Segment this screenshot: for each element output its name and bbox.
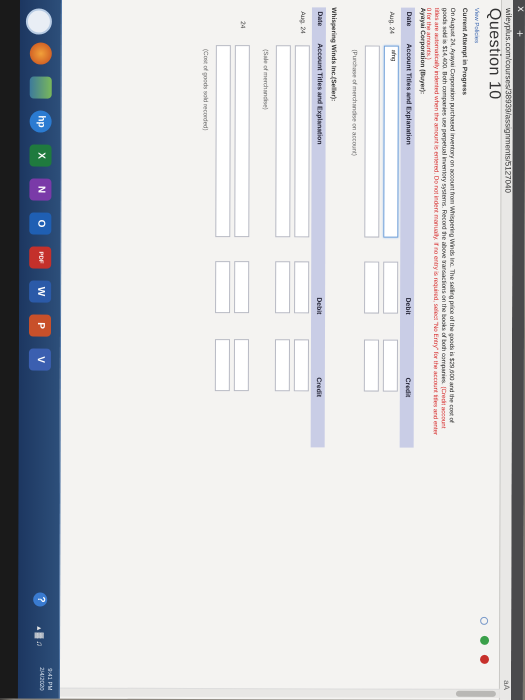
seller-row1-debit-input[interactable] <box>294 261 310 314</box>
seller-heading: Whispering Winds Inc.(Seller): <box>329 7 337 102</box>
seller-row2-debit-input[interactable] <box>275 261 291 314</box>
onenote-icon[interactable]: N <box>29 178 52 201</box>
buyer-row2-credit-input[interactable] <box>363 339 379 392</box>
outlook-icon[interactable]: O <box>29 212 52 235</box>
seller-col-credit: Credit <box>314 377 322 398</box>
header-icons <box>475 616 493 670</box>
seller-row1-account-input[interactable] <box>294 45 310 238</box>
seller-row4-debit-input[interactable] <box>215 261 231 314</box>
tab-close-button[interactable]: x <box>515 6 525 12</box>
page-scrollbar[interactable] <box>59 687 500 698</box>
seller-row3-debit-input[interactable] <box>234 261 250 314</box>
word-icon[interactable]: W <box>29 280 52 303</box>
scroll-thumb[interactable] <box>455 690 496 697</box>
monitor-screen: x + wileyplus.com/courses/38939/assignme… <box>0 0 525 700</box>
attempt-status: Current Attempt in Progress <box>460 7 468 96</box>
powerpoint-icon[interactable]: P <box>28 314 52 337</box>
clock[interactable]: 9:41 PM 2/4/2020 <box>37 667 53 690</box>
address-bar[interactable]: wileyplus.com/courses/38939/assignments/… <box>498 0 513 700</box>
seller-table-header: Date Account Titles and Explanation Debi… <box>310 7 326 448</box>
buyer-row2-debit-input[interactable] <box>364 261 380 314</box>
monitor-bezel <box>0 0 21 699</box>
buyer-row1-date: Aug. 24 <box>387 11 395 35</box>
seller-row3-account-input[interactable] <box>234 45 250 238</box>
system-tray-icons[interactable]: ▴ ▓ ♫ <box>35 626 44 646</box>
seller-col-account: Account Titles and Explanation <box>315 43 323 145</box>
reader-mode-icon[interactable]: aA <box>502 680 511 690</box>
buyer-row2-account-input[interactable] <box>364 45 380 238</box>
buyer-col-debit: Debit <box>404 297 412 315</box>
seller-col-date: Date <box>315 11 323 27</box>
seller-sale-explanation: (Sale of merchandise) <box>261 49 269 110</box>
photo-stage: x + wileyplus.com/courses/38939/assignme… <box>0 0 525 700</box>
buyer-col-date: Date <box>404 11 412 27</box>
seller-cost-explanation: (Cost of goods sold recorded) <box>201 49 209 131</box>
new-tab-button[interactable]: + <box>513 30 525 37</box>
url-text[interactable]: wileyplus.com/courses/38939/assignments/… <box>503 8 513 193</box>
seller-row2-account-input[interactable] <box>275 45 291 238</box>
photos-icon[interactable] <box>29 76 52 99</box>
visio-icon[interactable]: V <box>28 348 51 371</box>
pdf-icon[interactable]: PDF <box>29 246 52 269</box>
seller-cost-date: 24 <box>238 21 246 29</box>
seller-row2-credit-input[interactable] <box>274 339 290 392</box>
start-button[interactable] <box>25 8 52 35</box>
seller-row4-account-input[interactable] <box>215 45 231 238</box>
taskbar: hp X N O PDF W P V ? ▴ ▓ ♫ 9:41 PM 2/4/2… <box>16 0 62 699</box>
buyer-col-account: Account Titles and Explanation <box>404 43 412 145</box>
status-green-icon <box>479 635 489 645</box>
status-red-icon <box>479 654 489 664</box>
excel-icon[interactable]: X <box>29 144 52 167</box>
buyer-table-header: Date Account Titles and Explanation Debi… <box>399 7 415 448</box>
seller-col-debit: Debit <box>315 297 323 315</box>
buyer-row1-credit-input[interactable] <box>382 339 398 392</box>
question-title: Question 10 <box>485 7 503 100</box>
hp-icon[interactable]: hp <box>29 110 52 133</box>
browser-tab-bar: x + <box>510 0 525 700</box>
clock-time: 9:41 PM <box>45 668 52 691</box>
buyer-col-credit: Credit <box>403 377 411 398</box>
buyer-explanation: (Purchase of merchandise on account) <box>350 49 358 156</box>
seller-row3-credit-input[interactable] <box>233 339 249 392</box>
seller-sale-date: Aug. 24 <box>298 11 306 34</box>
buyer-heading: Ayayai Corporation (Buyer): <box>418 7 426 95</box>
buyer-row1-account-value: afng <box>389 49 396 62</box>
problem-text: On August 24, Ayayai Corporation purchas… <box>423 8 456 438</box>
help-icon[interactable]: ? <box>33 592 48 607</box>
clock-date: 2/4/2020 <box>37 667 44 691</box>
view-policies-link[interactable]: View Policies <box>473 8 479 43</box>
problem-statement: On August 24, Ayayai Corporation purchas… <box>439 7 456 423</box>
firefox-icon[interactable] <box>29 42 52 65</box>
buyer-row1-account-input[interactable]: afng <box>383 45 399 238</box>
seller-row1-credit-input[interactable] <box>293 339 309 392</box>
zoom-icon[interactable] <box>480 616 489 625</box>
buyer-row1-debit-input[interactable] <box>383 261 399 314</box>
seller-row4-credit-input[interactable] <box>214 339 230 392</box>
